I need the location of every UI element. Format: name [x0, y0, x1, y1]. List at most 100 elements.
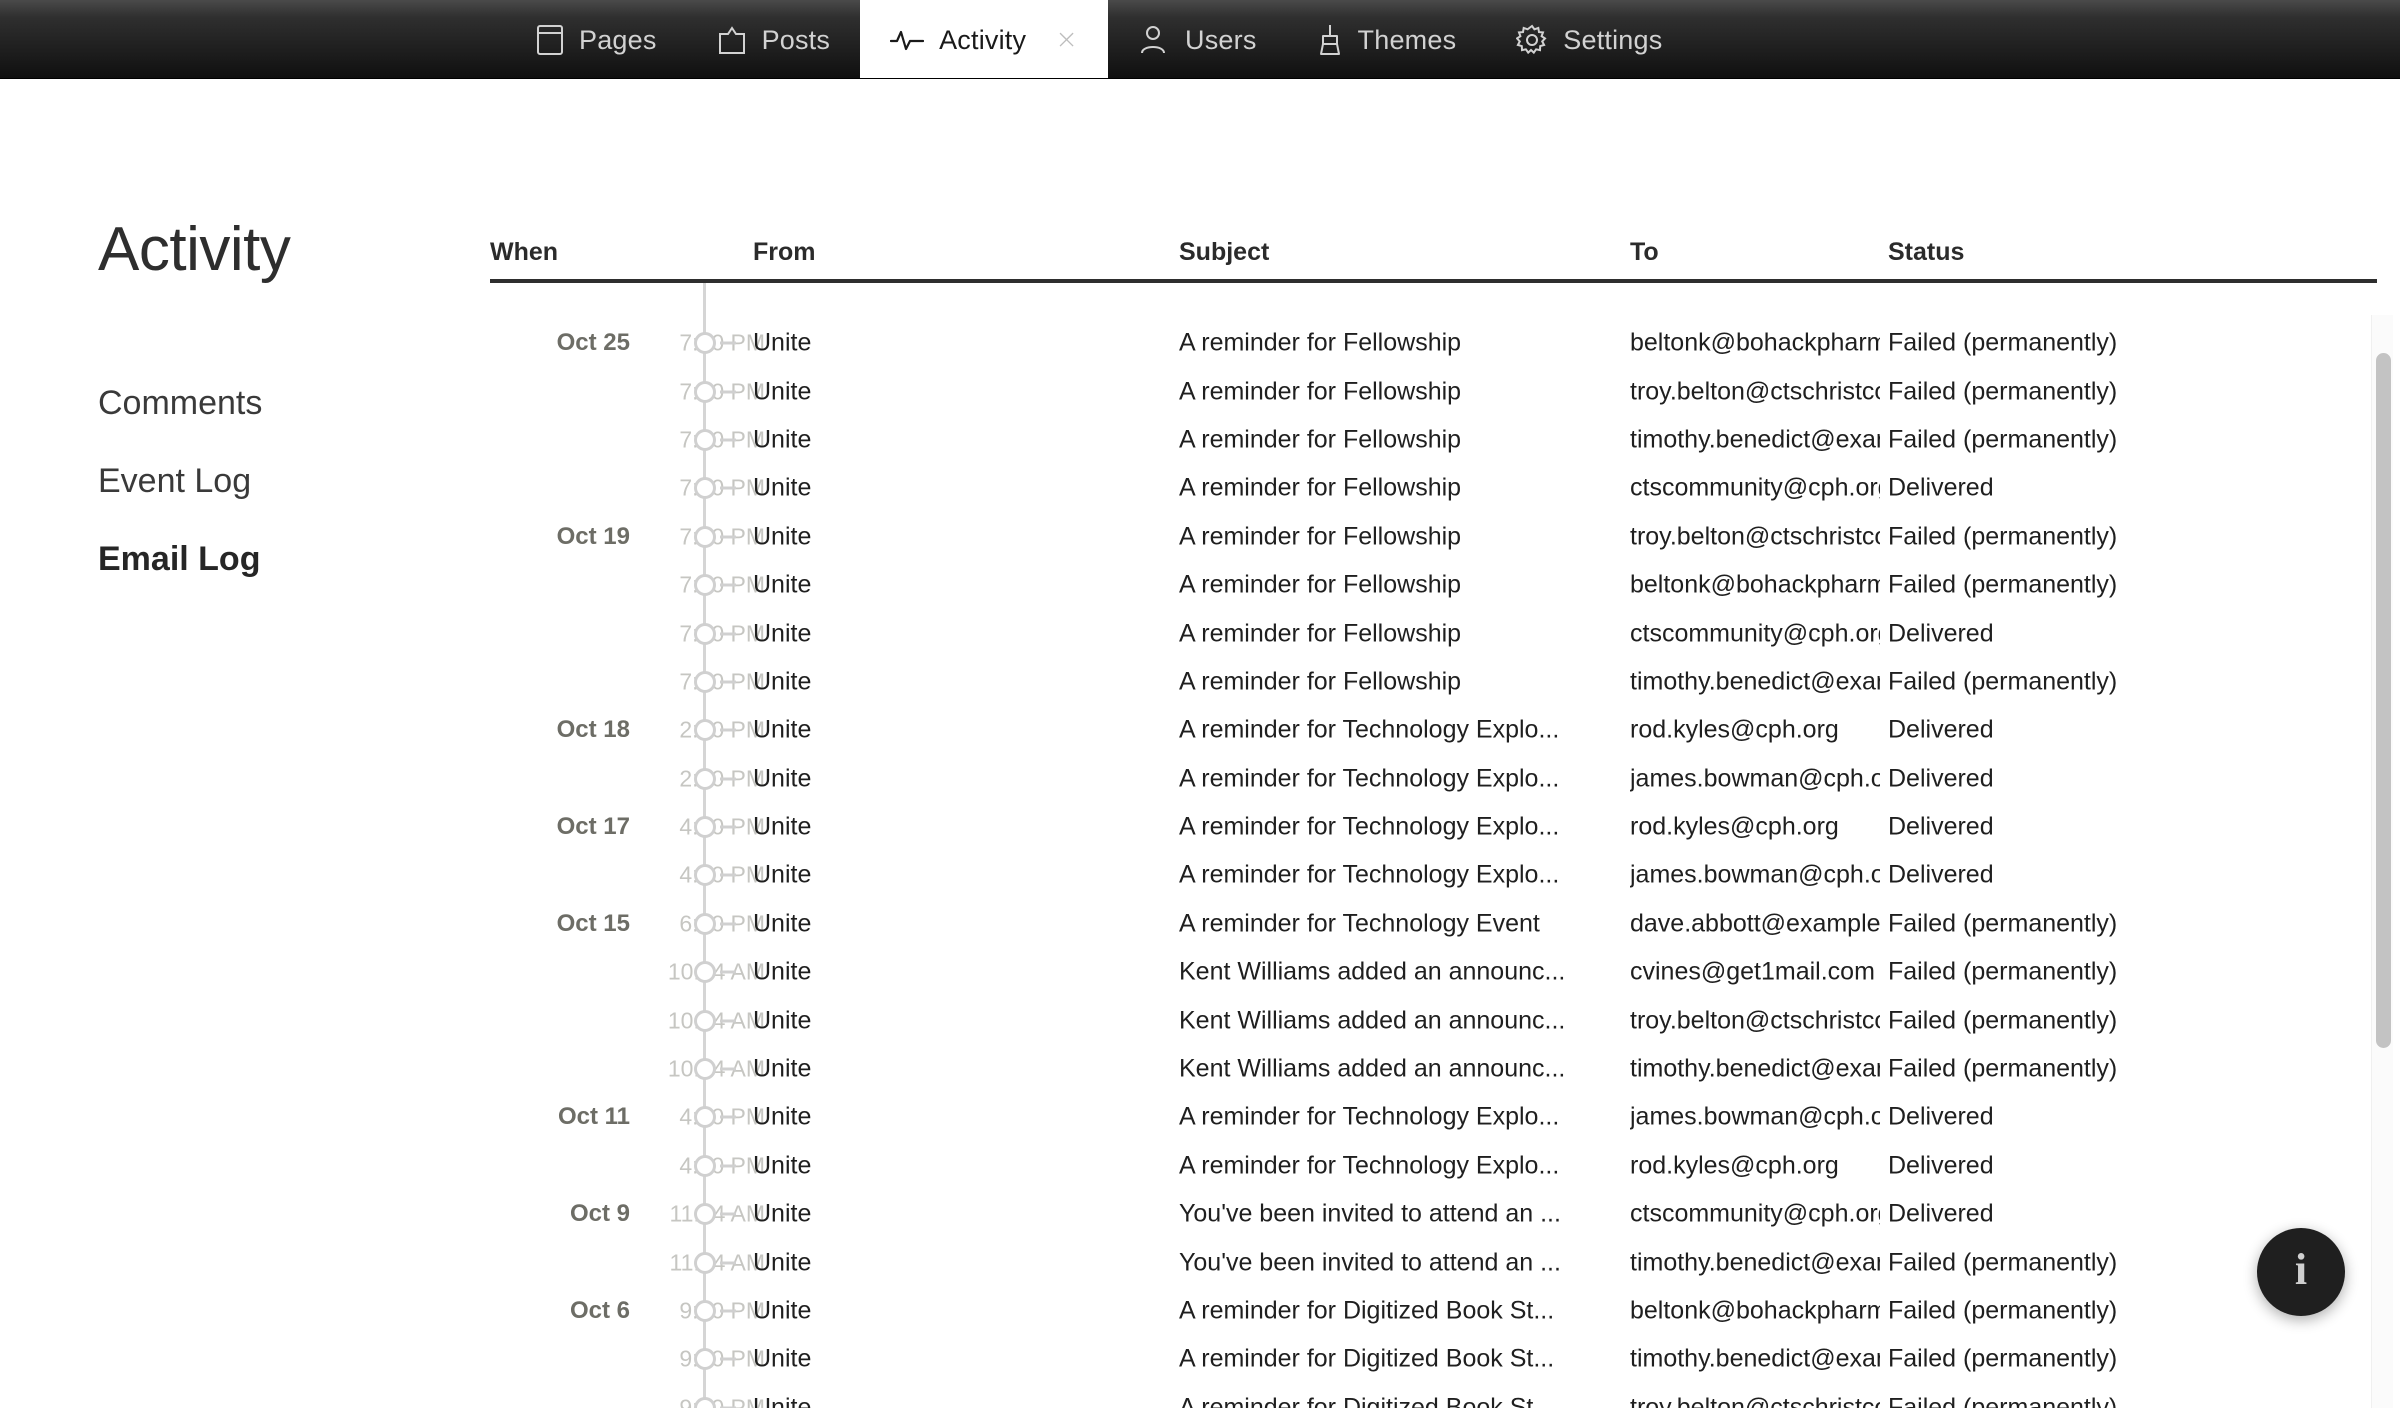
table-row[interactable]: Oct 15 6:30 PM Unite A reminder for Technol… [490, 900, 2400, 948]
close-icon[interactable]: × [1055, 26, 1078, 53]
row-subject[interactable]: A reminder for Fellowship [1179, 377, 1609, 406]
table-row[interactable]: 7:30 PM Unite A reminder for Fellowship cts… [490, 609, 2400, 657]
table-row[interactable]: 10:34 AM Unite Kent Williams added an anno… [490, 1045, 2400, 1093]
row-status: Failed (permanently) [1888, 909, 2118, 938]
table-row[interactable]: Oct 25 7:30 PM Unite A reminder for Fellows… [490, 319, 2400, 367]
row-subject[interactable]: A reminder for Technology Explo... [1179, 716, 1609, 745]
row-from: Unite [753, 570, 812, 599]
row-subject[interactable]: A reminder for Technology Explo... [1179, 1103, 1609, 1132]
table-row[interactable]: 4:30 PM Unite A reminder for Technology Ex… [490, 1142, 2400, 1190]
row-status: Delivered [1888, 473, 1994, 502]
row-subject[interactable]: A reminder for Technology Explo... [1179, 861, 1609, 890]
table-row[interactable]: Oct 11 4:30 PM Unite A reminder for Technol… [490, 1093, 2400, 1141]
row-subject[interactable]: A reminder for Fellowship [1179, 667, 1609, 696]
timeline-node-icon [694, 380, 716, 403]
row-subject[interactable]: You've been invited to attend an ... [1179, 1200, 1609, 1229]
table-row[interactable]: Oct 19 7:30 PM Unite A reminder for Fellows… [490, 513, 2400, 561]
tab-pages-label: Pages [579, 25, 657, 55]
column-header-to[interactable]: To [1630, 238, 1659, 267]
table-row[interactable]: 4:30 PM Unite A reminder for Technology Ex… [490, 851, 2400, 899]
row-subject[interactable]: You've been invited to attend an ... [1179, 1248, 1609, 1277]
row-subject[interactable]: Kent Williams added an announc... [1179, 958, 1609, 987]
row-subject[interactable]: A reminder for Technology Explo... [1179, 813, 1609, 842]
column-header-subject[interactable]: Subject [1179, 238, 1269, 267]
sidebar-item-email-log[interactable]: Email Log [98, 542, 490, 576]
row-from: Unite [753, 957, 812, 986]
tab-themes[interactable]: Themes [1287, 0, 1487, 78]
table-row[interactable]: 11:24 AM Unite You've been invited to atte… [490, 1238, 2400, 1286]
row-subject[interactable]: A reminder for Digitized Book St... [1179, 1297, 1609, 1326]
table-row[interactable]: 7:30 PM Unite A reminder for Fellowship bel… [490, 561, 2400, 609]
tab-pages[interactable]: Pages [506, 0, 687, 78]
row-date: Oct 25 [556, 329, 630, 357]
timeline-node-icon [694, 961, 716, 984]
tab-users[interactable]: Users [1108, 0, 1287, 78]
table-row[interactable]: 7:30 PM Unite A reminder for Fellowship cts… [490, 464, 2400, 512]
row-status: Delivered [1888, 715, 1994, 744]
scrollbar[interactable] [2371, 315, 2393, 1408]
tab-settings[interactable]: Settings [1486, 0, 1692, 78]
row-from: Unite [753, 715, 812, 744]
row-subject[interactable]: A reminder for Digitized Book St... [1179, 1393, 1609, 1408]
row-subject[interactable]: A reminder for Technology Explo... [1179, 764, 1609, 793]
column-header-from[interactable]: From [753, 238, 816, 267]
row-subject[interactable]: A reminder for Technology Event [1179, 909, 1609, 938]
row-subject[interactable]: A reminder for Fellowship [1179, 474, 1609, 503]
table-row[interactable]: 7:30 PM Unite A reminder for Fellowship tim… [490, 416, 2400, 464]
timeline-node-icon [694, 1058, 716, 1081]
tab-themes-label: Themes [1357, 25, 1457, 55]
table-row[interactable]: 9:30 PM Unite A reminder for Digitized Boo… [490, 1384, 2400, 1408]
tab-settings-label: Settings [1563, 25, 1663, 55]
table-row[interactable]: 7:30 PM Unite A reminder for Fellowship tim… [490, 658, 2400, 706]
tabbar-left-spacer [0, 0, 506, 78]
row-date: Oct 15 [556, 909, 630, 937]
row-subject[interactable]: A reminder for Digitized Book St... [1179, 1345, 1609, 1374]
timeline-connector [720, 922, 736, 926]
table-row[interactable]: 9:30 PM Unite A reminder for Digitized Boo… [490, 1335, 2400, 1383]
row-status: Delivered [1888, 764, 1994, 793]
timeline-node-icon [694, 912, 716, 935]
table-row[interactable]: Oct 6 9:30 PM Unite A reminder for Digitize… [490, 1287, 2400, 1335]
row-from: Unite [753, 619, 812, 648]
sidebar-item-comments[interactable]: Comments [98, 386, 490, 420]
row-from: Unite [753, 1199, 812, 1228]
timeline-connector [720, 1164, 736, 1168]
table-row[interactable]: Oct 18 2:30 PM Unite A reminder for Technol… [490, 706, 2400, 754]
row-subject[interactable]: A reminder for Fellowship [1179, 571, 1609, 600]
row-subject[interactable]: A reminder for Technology Explo... [1179, 1151, 1609, 1180]
row-subject[interactable]: A reminder for Fellowship [1179, 329, 1609, 358]
row-to: ctscommunity@cph.org [1630, 1199, 1880, 1228]
row-status: Failed (permanently) [1888, 570, 2118, 599]
info-button[interactable]: i [2257, 1228, 2345, 1316]
sidebar-item-event-log[interactable]: Event Log [98, 464, 490, 498]
row-status: Delivered [1888, 1151, 1994, 1180]
row-from: Unite [753, 1393, 812, 1408]
row-subject[interactable]: A reminder for Fellowship [1179, 522, 1609, 551]
row-status: Failed (permanently) [1888, 377, 2118, 406]
row-subject[interactable]: A reminder for Fellowship [1179, 619, 1609, 648]
row-subject[interactable]: Kent Williams added an announc... [1179, 1055, 1609, 1084]
tab-activity[interactable]: Activity × [860, 0, 1109, 78]
row-from: Unite [753, 1344, 812, 1373]
column-header-when[interactable]: When [490, 238, 558, 267]
table-row[interactable]: Oct 9 11:24 AM Unite You've been invited to… [490, 1190, 2400, 1238]
row-from: Unite [753, 812, 812, 841]
timeline-connector [720, 535, 736, 539]
row-subject[interactable]: Kent Williams added an announc... [1179, 1006, 1609, 1035]
timeline-connector [720, 438, 736, 442]
row-subject[interactable]: A reminder for Fellowship [1179, 425, 1609, 454]
timeline-connector [720, 1309, 736, 1313]
table-row[interactable]: 2:30 PM Unite A reminder for Technology Ex… [490, 755, 2400, 803]
table-row[interactable]: Oct 17 4:30 PM Unite A reminder for Technol… [490, 803, 2400, 851]
timeline-node-icon [694, 719, 716, 742]
table-row[interactable]: 10:34 AM Unite Kent Williams added an anno… [490, 948, 2400, 996]
table-row[interactable]: 10:34 AM Unite Kent Williams added an anno… [490, 996, 2400, 1044]
scrollbar-thumb[interactable] [2376, 353, 2391, 1048]
table-rows-viewport: Oct 25 7:30 PM Unite A reminder for Fellows… [490, 283, 2400, 1408]
tab-posts[interactable]: Posts [687, 0, 861, 78]
timeline-connector [720, 970, 736, 974]
table-row[interactable]: 7:30 PM Unite A reminder for Fellowship tro… [490, 367, 2400, 415]
timeline-node-icon [694, 332, 716, 355]
column-header-status[interactable]: Status [1888, 238, 1964, 267]
row-status: Failed (permanently) [1888, 328, 2118, 357]
